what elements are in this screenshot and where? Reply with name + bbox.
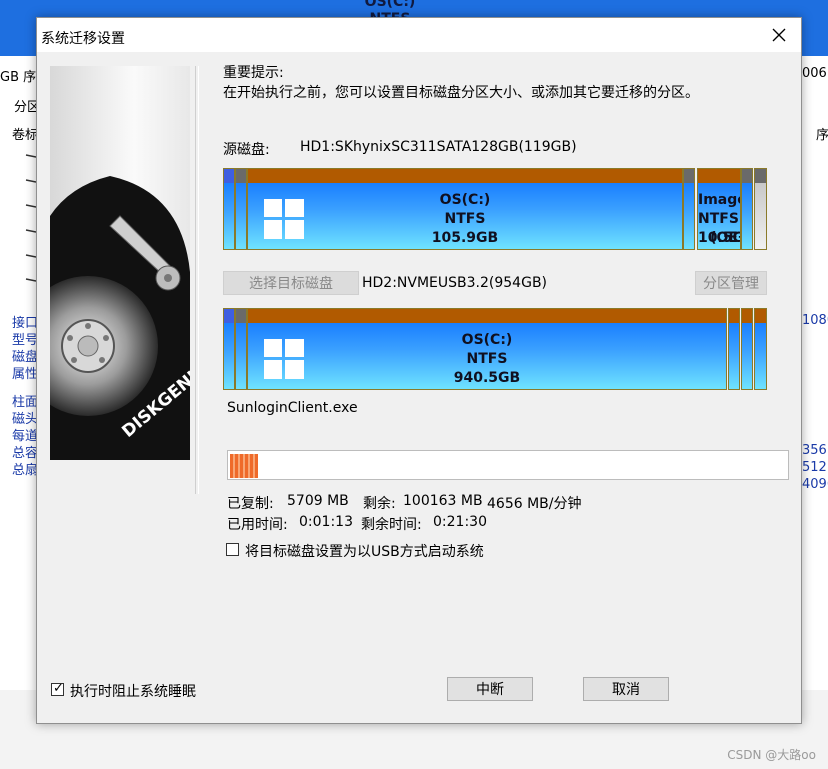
target-os-size: 940.5GB [453,370,521,386]
bg-right-text-6: 4096 [802,477,828,492]
source-partition-image[interactable]: Image( NTFS (OE 10.5GB [697,168,741,250]
abort-button[interactable]: 中断 [447,677,533,701]
bg-text-gb: GB 序 [0,70,37,85]
usb-boot-label[interactable]: 将目标磁盘设置为以USB方式启动系统 [245,541,484,561]
copied-value: 5709 MB [287,493,349,509]
target-partition-small-1[interactable] [728,308,740,390]
bg-sectors-label: 总扇 [12,463,39,478]
remaining-time-label: 剩余时间: [361,517,422,533]
app-right-panel [800,90,828,690]
target-disk-map: OS(C:) NTFS 940.5GB [223,308,767,390]
source-partition-efi[interactable] [223,168,235,250]
hard-disk-icon: DISKGENIUS [50,176,190,460]
bg-right-text-2: 序 [816,128,828,143]
elapsed-time-value: 0:01:13 [299,514,353,530]
source-partition-os[interactable]: OS(C:) NTFS 105.9GB [247,168,683,250]
target-os-fs: NTFS [466,351,508,367]
notice-title: 重要提示: [223,65,284,81]
select-target-disk-button[interactable]: 选择目标磁盘 [223,271,359,295]
target-partition-msr[interactable] [235,308,247,390]
source-os-fs: NTFS [444,211,486,227]
source-image-size: 10.5GB [698,230,740,246]
prevent-sleep-label[interactable]: 执行时阻止系统睡眠 [70,681,196,701]
copied-label: 已复制: [227,496,274,512]
windows-logo-icon [264,339,304,379]
watermark: CSDN @大路oo [727,748,816,762]
bg-col-label: 卷标 [12,128,39,143]
source-partition-unallocated[interactable] [754,168,767,250]
source-image-name: Image( [698,192,740,208]
usb-boot-checkbox[interactable] [226,543,239,556]
bg-right-text-3: 1080 [802,313,828,328]
vertical-separator [195,66,199,494]
progress-fill [230,454,258,478]
prevent-sleep-checkbox[interactable]: ✓ [51,681,64,696]
bg-right-text-1: 006 [802,66,827,81]
remaining-time-value: 0:21:30 [433,514,487,530]
bg-attr-label: 属性 [12,367,39,382]
target-partition-small-2[interactable] [741,308,753,390]
dialog-titlebar[interactable]: 系统迁移设置 [37,18,801,52]
close-icon [772,28,786,42]
source-partition-small-2[interactable] [741,168,753,250]
checkmark-icon: ✓ [53,681,64,696]
notice-text: 在开始执行之前，您可以设置目标磁盘分区大小、或添加其它要迁移的分区。 [223,85,699,101]
remaining-value: 100163 MB [403,493,483,509]
remaining-label: 剩余: [363,496,396,512]
target-partition-efi[interactable] [223,308,235,390]
target-partition-small-3[interactable] [754,308,767,390]
source-disk-name: HD1:SKhynixSC311SATA128GB(119GB) [300,139,577,155]
bg-right-text-4: 356 [802,443,827,458]
copy-progress-bar [227,450,789,480]
diskgenius-artwork: DISKGENIUS [50,66,190,460]
windows-logo-icon [264,199,304,239]
system-migration-dialog: 系统迁移设置 DISKGENIUS 重要提示: 在开始执行之前，您可以设置目标磁… [36,17,802,724]
target-disk-name: HD2:NVMEUSB3.2(954GB) [362,275,548,291]
source-disk-map: OS(C:) NTFS 105.9GB Image( NTFS (OE 10.5… [223,168,767,250]
elapsed-time-label: 已用时间: [227,517,288,533]
source-disk-label: 源磁盘: [223,142,270,158]
bg-right-text-5: 512 [802,460,827,475]
cancel-button[interactable]: 取消 [583,677,669,701]
target-partition-os[interactable]: OS(C:) NTFS 940.5GB [247,308,727,390]
copy-speed: 4656 MB/分钟 [487,496,582,512]
dialog-title: 系统迁移设置 [41,31,125,47]
source-partition-small-1[interactable] [683,168,695,250]
source-os-name: OS(C:) [439,192,491,208]
target-os-name: OS(C:) [461,332,513,348]
source-partition-msr[interactable] [235,168,247,250]
bg-tree-lines [25,154,36,282]
close-button[interactable] [757,18,801,52]
source-os-size: 105.9GB [431,230,499,246]
partition-management-button[interactable]: 分区管理 [695,271,767,295]
current-file-name: SunloginClient.exe [227,400,358,416]
